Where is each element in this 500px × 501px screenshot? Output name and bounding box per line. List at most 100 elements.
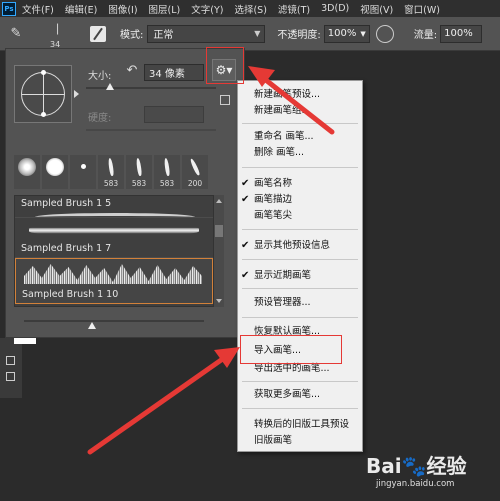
recent-brush-thumb[interactable] [14,155,40,189]
recent-brush-thumb[interactable]: 583 [126,155,152,189]
brush-panel-context-menu: 新建画笔预设... 新建画笔组... 重命名 画笔... 删除 画笔... ✔ 画… [237,80,363,452]
recent-brush-thumb[interactable] [70,155,96,189]
menu-item-rename-brush[interactable]: 重命名 画笔... [238,129,362,145]
check-icon: ✔ [241,270,250,281]
menu-3d[interactable]: 3D(D) [321,3,349,14]
menu-type[interactable]: 文字(Y) [191,2,223,16]
quick-mask-icon[interactable] [6,372,15,381]
brush-list-item[interactable]: Sampled Brush 1 5 [15,196,213,218]
menu-file[interactable]: 文件(F) [22,2,54,16]
brush-name: Sampled Brush 1 10 [22,289,119,300]
recent-brush-thumb[interactable]: 200 [182,155,208,189]
size-label: 大小: [88,71,112,82]
menu-separator [242,259,358,260]
opacity-field[interactable]: 100% ▼ [323,24,370,43]
angle-roundness-circle [21,70,65,117]
toolbar-strip [0,338,22,398]
menu-layer[interactable]: 图层(L) [149,2,181,16]
angle-arrow-icon [74,90,79,98]
menu-filter[interactable]: 滤镜(T) [278,2,310,16]
options-bar: ✎ ❘ 34 模式: 正常 ▼ 不透明度: 100% ▼ 流量: 100% [0,17,500,51]
watermark-url: jingyan.baidu.com [376,479,455,489]
brush-tool-icon[interactable]: ✎ [4,22,28,46]
menu-item-legacy-brushes[interactable]: 旧版画笔 [238,433,362,449]
menu-item-delete-brush[interactable]: 删除 画笔... [238,145,362,161]
brush-name: Sampled Brush 1 7 [21,243,112,254]
flow-field[interactable]: 100% [440,24,483,43]
recent-brushes-row: 583 583 583 200 [14,155,238,189]
mode-value: 正常 [153,30,174,41]
menu-separator [242,408,358,409]
recent-brush-thumb[interactable]: 583 [98,155,124,189]
brush-list-item-selected[interactable]: Sampled Brush 1 10 [15,258,213,304]
scroll-up-icon[interactable] [216,199,222,203]
menu-item-brush-stroke[interactable]: ✔ 画笔描边 [238,192,362,208]
size-input[interactable]: 34 像素 [144,64,204,81]
watermark-brand: Bai🐾经验 [366,454,467,478]
menu-item-preset-manager[interactable]: 预设管理器... [238,295,362,311]
recent-brush-thumb[interactable]: 583 [154,155,180,189]
brush-list: Sampled Brush 1 5 Sampled Brush 1 7 Samp… [14,195,214,307]
mode-select[interactable]: 正常 ▼ [147,24,266,43]
gear-highlight-box [206,47,244,84]
menu-item-brush-tip[interactable]: 画笔笔尖 [238,208,362,224]
menu-view[interactable]: 视图(V) [360,2,393,16]
hardness-slider[interactable] [86,129,216,131]
photoshop-logo: Ps [2,1,16,16]
brush-stroke-preview [24,264,202,284]
brush-list-item[interactable]: Sampled Brush 1 7 [15,218,213,258]
flow-value: 100% [444,28,473,39]
size-slider[interactable] [86,83,216,90]
menu-separator [242,167,358,168]
opacity-label: 不透明度: [277,30,321,41]
opacity-value: 100% [327,28,357,39]
check-icon: ✔ [241,194,250,205]
check-icon: ✔ [241,178,250,189]
menu-bar: Ps 文件(F) 编辑(E) 图像(I) 图层(L) 文字(Y) 选择(S) 滤… [0,0,500,17]
flow-label: 流量: [413,30,438,41]
paw-icon: 🐾 [401,454,427,478]
brush-preset-panel: 大小: ↶ 34 像素 ⚙▾ 硬度: 583 583 583 200 Sampl… [5,48,245,338]
chevron-down-icon: ▼ [254,29,261,38]
mode-label: 模式: [120,30,144,41]
screen-mode-icon[interactable] [6,356,15,365]
menu-item-brush-name[interactable]: ✔ 画笔名称 [238,176,362,192]
menu-separator [242,123,358,124]
brush-name: Sampled Brush 1 5 [21,198,112,209]
brush-stroke-preview [29,224,199,236]
scroll-thumb[interactable] [215,225,223,237]
import-highlight-box [240,335,342,364]
brush-preset-picker[interactable]: ❘ 34 [38,19,74,49]
brush-panel-toggle-icon[interactable] [90,25,106,42]
menu-window[interactable]: 窗口(W) [404,2,440,16]
menu-separator [242,381,358,382]
menu-item-show-recent-brushes[interactable]: ✔ 显示近期画笔 [238,268,362,284]
menu-separator [242,229,358,230]
brush-tip-icon: ❘ [53,21,63,35]
baidu-jingyan-watermark: Bai🐾经验 jingyan.baidu.com [358,448,498,498]
preview-zoom-slider[interactable] [24,320,204,329]
menu-edit[interactable]: 编辑(E) [65,2,97,16]
menu-item-new-brush-group[interactable]: 新建画笔组... [238,103,362,119]
menu-image[interactable]: 图像(I) [108,2,137,16]
menu-item-converted-legacy-tool-presets[interactable]: 转换后的旧版工具预设 [238,417,362,433]
arrow-to-import-icon [87,347,240,455]
menu-separator [242,317,358,318]
recent-brush-thumb[interactable] [42,155,68,189]
menu-item-get-more-brushes[interactable]: 获取更多画笔... [238,387,362,403]
reset-size-icon[interactable]: ↶ [124,63,140,79]
brush-angle-widget[interactable] [14,65,79,123]
size-slider-thumb[interactable] [106,83,114,90]
scroll-down-icon[interactable] [216,299,222,303]
menu-select[interactable]: 选择(S) [234,2,266,16]
menu-item-new-brush-preset[interactable]: 新建画笔预设... [238,87,362,103]
menu-item-show-additional-preset-info[interactable]: ✔ 显示其他预设信息 [238,238,362,254]
pressure-opacity-icon[interactable] [375,24,394,43]
brush-list-scrollbar[interactable] [214,195,224,307]
color-swatch[interactable] [14,338,36,344]
menu-separator [242,288,358,289]
hardness-input[interactable] [144,106,204,123]
hardness-label: 硬度: [88,113,112,124]
zoom-slider-thumb[interactable] [88,322,96,329]
new-preset-icon[interactable] [220,95,230,105]
